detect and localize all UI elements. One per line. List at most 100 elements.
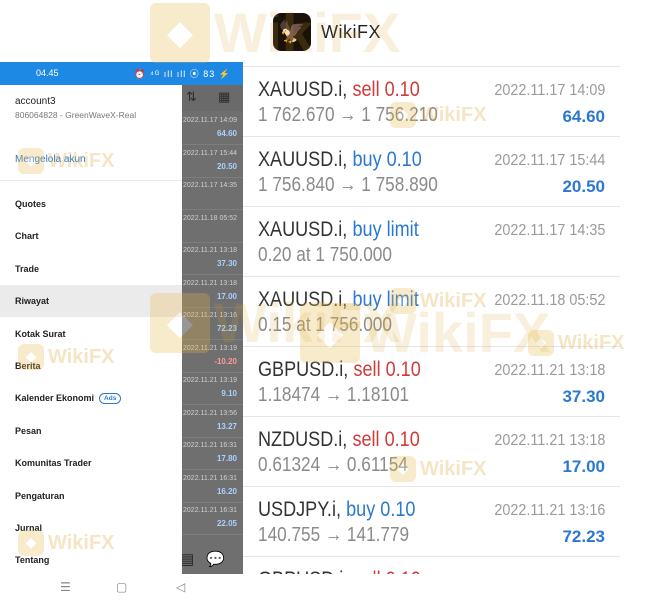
trade-side: buy limit (352, 288, 419, 311)
background-row: 2022.11.21 16:31 17.80 (182, 438, 243, 470)
trade-side: buy limit (352, 218, 419, 241)
trade-profit: 20.50 (562, 177, 605, 196)
trade-side: sell 0.10 (353, 568, 420, 574)
trade-detail: 1.18474 → 1.18101 (258, 384, 410, 406)
background-row: 2022.11.17 15:44 20.50 (182, 146, 243, 178)
drawer-item-tentang[interactable]: Tentang (0, 544, 182, 574)
trade-row[interactable]: USDJPY.i, buy 0.10 140.755 → 141.779 2022.1… (243, 486, 620, 556)
background-row: 2022.11.21 16:31 22.05 (182, 503, 243, 535)
background-row-time: 2022.11.21 16:31 (183, 474, 237, 482)
history-icon[interactable]: ▤ (180, 550, 194, 568)
trade-symbol: GBPUSD.i, sell 0.10 (258, 568, 421, 574)
background-row: 2022.11.21 16:31 16.20 (182, 471, 243, 503)
trade-symbol-name: XAUUSD.i, (258, 148, 348, 171)
wikifx-brand: 🦅 WikiFX (273, 12, 381, 52)
calendar-icon[interactable]: ▦ (218, 89, 230, 105)
drawer-item-trade[interactable]: Trade (0, 253, 182, 285)
trade-row[interactable]: XAUUSD.i, sell 0.10 1 762.670 → 1 756.210 2… (243, 66, 620, 136)
trade-profit: 17.00 (562, 457, 605, 476)
drawer-item-label: Quotes (15, 199, 47, 209)
drawer-item-riwayat[interactable]: Riwayat (0, 285, 182, 318)
navigation-drawer: account3 806064828 - GreenWaveX-Real Men… (0, 85, 182, 574)
background-row-time: 2022.11.17 14:09 (183, 117, 237, 124)
background-row: 2022.11.21 13:18 37.30 (182, 243, 243, 275)
trade-symbol: XAUUSD.i, buy limit (258, 218, 419, 242)
drawer-item-kotak-surat[interactable]: Kotak Surat (0, 318, 182, 350)
trade-time: 2022.11.17 14:35 (493, 222, 605, 239)
trade-symbol-name: USDJPY.i, (258, 498, 341, 521)
background-row-time: 2022.11.21 13:19 (183, 377, 237, 384)
back-icon[interactable]: ◁ (176, 580, 185, 594)
trade-profit: 64.60 (562, 107, 605, 126)
menu-icon[interactable]: ☰ (60, 580, 71, 594)
trade-row[interactable]: XAUUSD.i, buy limit 0.15 at 1 756.000 2022.… (243, 276, 620, 346)
background-row-time: 2022.11.21 16:31 (183, 507, 237, 514)
trade-time: 2022.11.21 13:18 (493, 362, 605, 379)
background-row: 2022.11.21 13:19 -10.20 (182, 341, 243, 373)
trade-symbol: NZDUSD.i, sell 0.10 (258, 428, 420, 452)
background-row-profit: 17.80 (216, 454, 237, 463)
drawer-item-label: Pengaturan (15, 490, 65, 501)
background-row-time: 2022.11.17 15:44 (183, 149, 237, 157)
drawer-item-pesan[interactable]: Pesan (0, 415, 182, 447)
trade-symbol-name: XAUUSD.i, (258, 288, 348, 311)
background-row-profit: 72.23 (216, 324, 237, 333)
drawer-item-berita[interactable]: Berita (0, 350, 182, 382)
trade-time: 2022.11.17 14:09 (493, 82, 605, 99)
chat-icon[interactable]: 💬 (206, 550, 225, 568)
sort-icon[interactable]: ⇅ (186, 89, 197, 105)
eagle-icon: 🦅 (273, 13, 311, 51)
drawer-item-kalender-ekonomi[interactable]: Kalender Ekonomi Ads (0, 382, 182, 414)
background-row-profit: 64.60 (216, 129, 237, 138)
drawer-item-komunitas-trader[interactable]: Komunitas Trader (0, 447, 182, 479)
manage-account-link[interactable]: Mengelola akun (15, 154, 86, 165)
drawer-item-label: Trade (15, 263, 40, 274)
home-icon[interactable]: ▢ (116, 580, 127, 594)
background-row: 2022.11.17 14:09 64.60 (182, 113, 243, 145)
trade-symbol: XAUUSD.i, buy limit (258, 288, 419, 312)
trade-symbol: USDJPY.i, buy 0.10 (258, 498, 415, 522)
background-row-profit: 22.05 (216, 519, 237, 528)
drawer-item-chart[interactable]: Chart (0, 220, 182, 252)
trade-detail: 1 762.670 → 1 756.210 (258, 104, 438, 126)
background-row: 2022.11.21 13:56 13.27 (182, 406, 243, 438)
trade-symbol: XAUUSD.i, buy 0.10 (258, 148, 422, 172)
status-clock: 04.45 (36, 68, 59, 78)
trade-row[interactable]: NZDUSD.i, sell 0.10 0.61324 → 0.61154 2022.… (243, 416, 620, 486)
background-row-time: 2022.11.21 13:56 (183, 409, 237, 417)
account-number: 806064828 - GreenWaveX-Real (15, 110, 137, 120)
trade-side: buy 0.10 (352, 148, 422, 171)
trade-time: 2022.11.21 13:16 (493, 502, 605, 519)
background-row-profit: 17.00 (216, 291, 237, 301)
drawer-item-quotes[interactable]: Quotes (0, 188, 182, 220)
background-row-profit: 9.10 (221, 389, 237, 398)
trade-detail: 140.755 → 141.779 (258, 524, 410, 546)
drawer-item-label: Jurnal (15, 523, 43, 533)
trade-history-list: XAUUSD.i, sell 0.10 1 762.670 → 1 756.210 2… (243, 66, 620, 574)
drawer-item-label: Riwayat (15, 296, 50, 307)
drawer-item-label: Komunitas Trader (15, 458, 92, 469)
trade-side: sell 0.10 (352, 78, 420, 101)
trade-symbol: XAUUSD.i, sell 0.10 (258, 78, 420, 102)
trade-symbol-name: GBPUSD.i, (258, 568, 348, 574)
drawer-item-pengaturan[interactable]: Pengaturan (0, 480, 182, 512)
background-row: 2022.11.21 13:16 72.23 (182, 308, 243, 340)
watermark-eagle-icon: ◆ (150, 2, 210, 63)
drawer-item-jurnal[interactable]: Jurnal (0, 512, 182, 544)
android-nav-bar: ☰ ▢ ◁ (0, 574, 243, 603)
trade-detail: 0.61324 → 0.61154 (258, 454, 408, 476)
background-row-time: 2022.11.21 13:19 (183, 344, 237, 352)
status-icons: ⏰ ⁴ᴳ ıll ıll ⦿ 83 ⚡ (134, 69, 231, 79)
trade-row[interactable]: GBPUSD.i, sell 0.10 (243, 556, 620, 574)
background-row-profit: 16.20 (216, 486, 237, 496)
background-row-time: 2022.11.21 13:18 (183, 279, 237, 287)
background-row-time: 2022.11.18 05:52 (183, 214, 237, 222)
trade-row[interactable]: XAUUSD.i, buy limit 0.20 at 1 750.000 2022.… (243, 206, 620, 276)
trade-row[interactable]: XAUUSD.i, buy 0.10 1 756.840 → 1 758.890 20… (243, 136, 620, 206)
trade-symbol-name: NZDUSD.i, (258, 428, 348, 451)
trade-row[interactable]: GBPUSD.i, sell 0.10 1.18474 → 1.18101 2022.… (243, 346, 620, 416)
trade-symbol: GBPUSD.i,sell 0.10 (258, 358, 421, 382)
drawer-item-label: Kotak Surat (15, 328, 66, 339)
trade-profit: 37.30 (562, 387, 605, 406)
drawer-item-label: Pesan (15, 425, 42, 436)
